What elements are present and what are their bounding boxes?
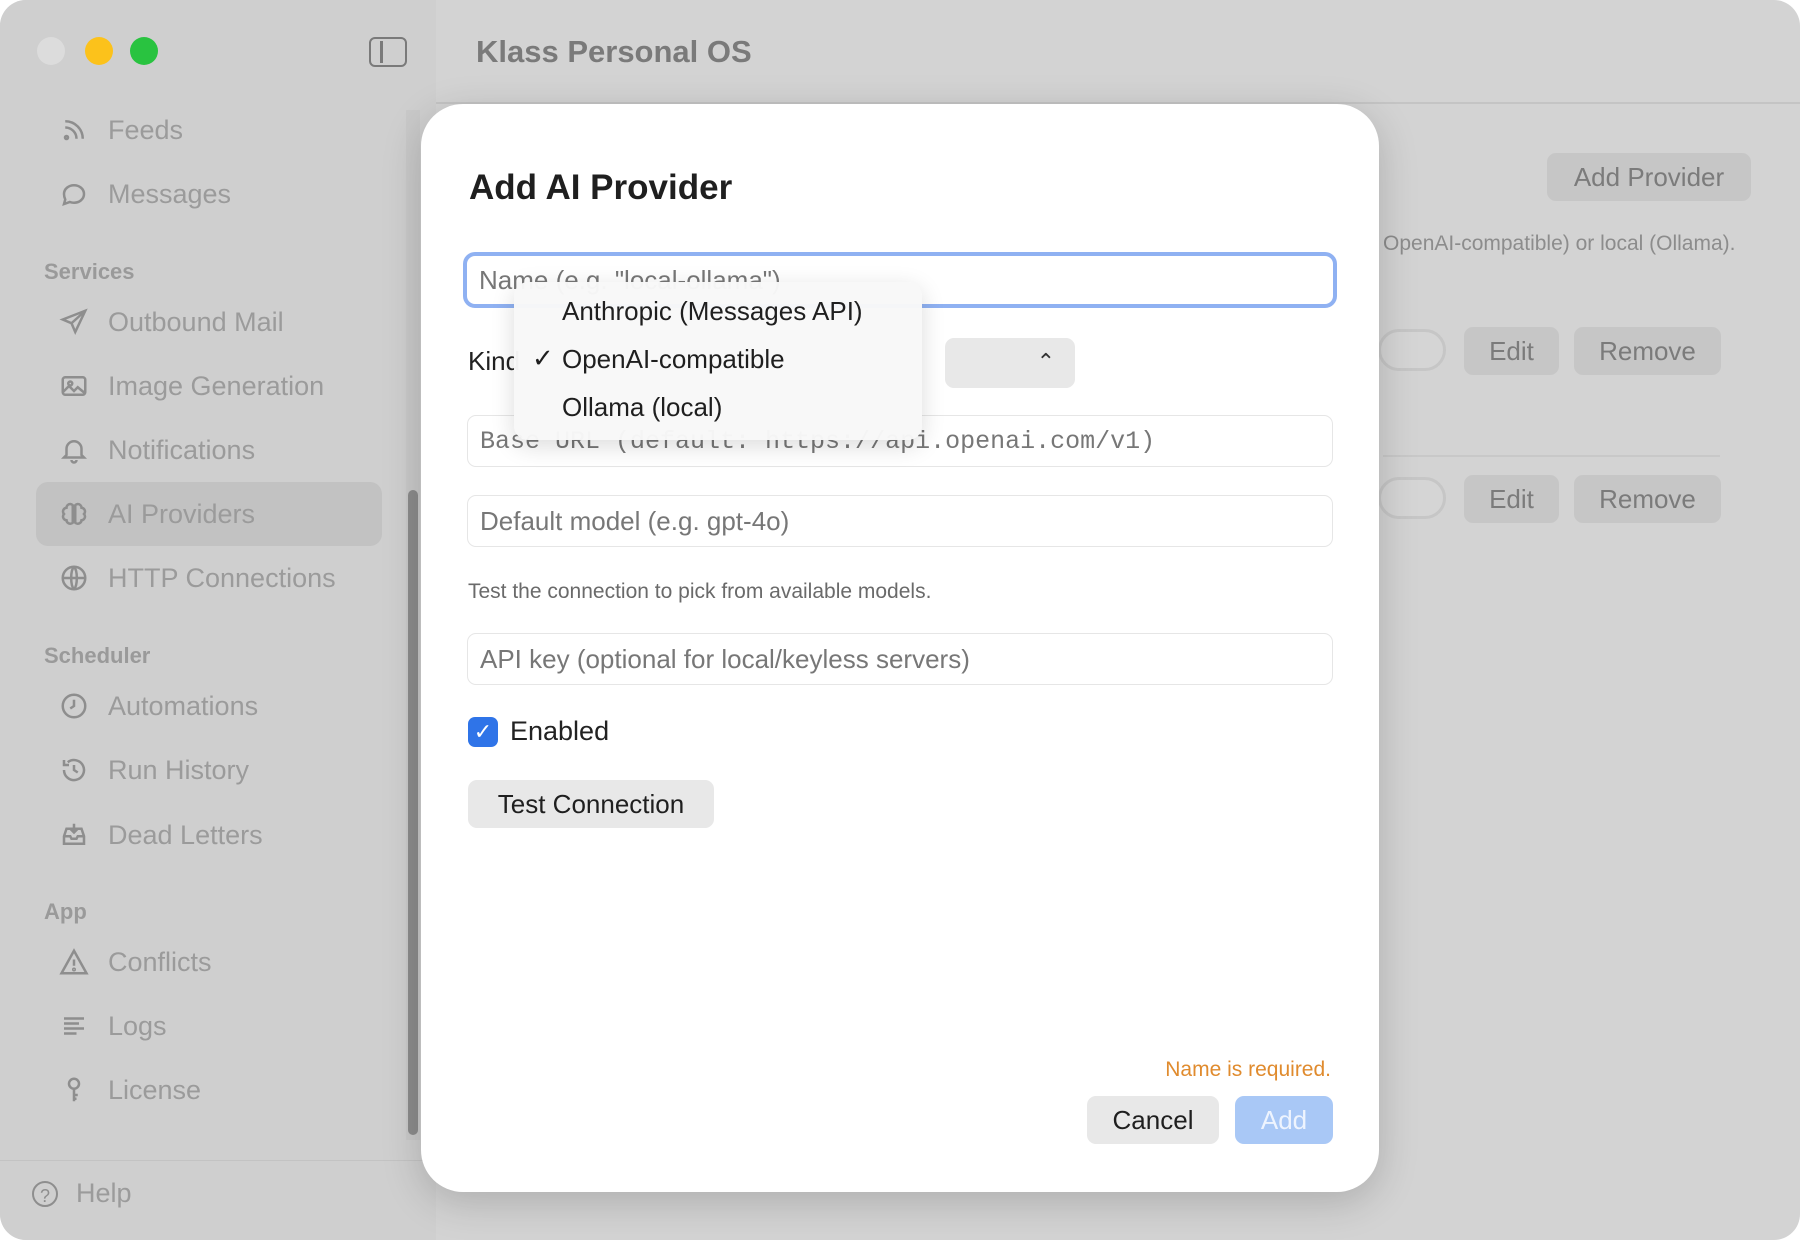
sidebar-item-messages[interactable]: Messages — [36, 162, 382, 226]
sidebar-item-label: AI Providers — [108, 498, 256, 529]
clock-icon — [58, 690, 90, 722]
menu-item-label: OpenAI-compatible — [562, 344, 785, 374]
api-key-field[interactable] — [467, 633, 1333, 685]
validation-error: Name is required. — [1165, 1058, 1331, 1081]
default-model-input[interactable] — [468, 496, 1332, 546]
history-icon — [58, 754, 90, 786]
sidebar-scrollbar[interactable] — [408, 490, 418, 1135]
sidebar-item-feeds[interactable]: Feeds — [36, 98, 382, 162]
models-hint: Test the connection to pick from availab… — [468, 580, 932, 603]
window-zoom-button[interactable] — [130, 37, 158, 65]
add-button[interactable]: Add — [1235, 1096, 1333, 1144]
key-icon — [58, 1074, 90, 1106]
help-icon: ? — [32, 1180, 58, 1207]
sidebar-item-label: Feeds — [108, 114, 184, 145]
tray-icon — [58, 819, 90, 851]
sidebar-item-notifications[interactable]: Notifications — [36, 418, 382, 482]
sidebar-item-label: Image Generation — [108, 370, 325, 401]
bell-icon — [58, 434, 90, 466]
provider-enabled-toggle[interactable] — [1378, 329, 1446, 371]
messages-icon — [58, 178, 90, 210]
sidebar-item-run-history[interactable]: Run History — [36, 738, 382, 802]
sidebar-toggle-icon[interactable] — [369, 37, 407, 67]
row-divider — [1383, 455, 1720, 457]
sidebar-item-license[interactable]: License — [36, 1058, 382, 1122]
sidebar: Feeds Messages Services Outbound Mail Im… — [0, 0, 436, 1240]
image-icon — [58, 370, 90, 402]
sidebar-item-label: Logs — [108, 1010, 167, 1041]
popup-chevron-icon: ⌃ — [1036, 349, 1055, 374]
sidebar-item-ai-providers[interactable]: AI Providers — [36, 482, 382, 546]
edit-provider-button[interactable]: Edit — [1464, 327, 1559, 375]
sidebar-item-http-connections[interactable]: HTTP Connections — [36, 546, 382, 610]
remove-provider-button[interactable]: Remove — [1574, 475, 1721, 523]
checkmark-icon: ✓ — [473, 718, 493, 744]
warning-icon — [58, 946, 90, 978]
sidebar-item-conflicts[interactable]: Conflicts — [36, 930, 382, 994]
sidebar-item-label: Notifications — [108, 434, 256, 465]
enabled-label: Enabled — [510, 716, 610, 746]
sidebar-item-label: HTTP Connections — [108, 562, 336, 593]
help-label: Help — [76, 1178, 132, 1208]
enabled-checkbox[interactable]: ✓ — [468, 716, 498, 747]
section-heading-app: App — [44, 899, 87, 924]
sidebar-item-label: Dead Letters — [108, 819, 263, 850]
feeds-icon — [58, 114, 90, 146]
sidebar-item-label: Outbound Mail — [108, 306, 284, 337]
send-icon — [58, 306, 90, 338]
sidebar-item-label: Conflicts — [108, 946, 212, 977]
sidebar-item-image-generation[interactable]: Image Generation — [36, 354, 382, 418]
providers-description: OpenAI-compatible) or local (Ollama). — [1383, 232, 1736, 255]
lines-icon — [58, 1010, 90, 1042]
menu-item-label: Ollama (local) — [562, 392, 723, 422]
menu-item-openai-compatible[interactable]: ✓ OpenAI-compatible — [514, 336, 922, 382]
add-provider-dialog: Add AI Provider Kind ⌃ Test the connecti… — [421, 104, 1379, 1192]
sidebar-item-automations[interactable]: Automations — [36, 674, 382, 738]
section-heading-scheduler: Scheduler — [44, 643, 151, 668]
sidebar-divider — [0, 1160, 436, 1161]
sidebar-item-label: Run History — [108, 754, 250, 785]
section-heading-services: Services — [44, 259, 135, 284]
enabled-checkbox-row[interactable]: ✓ Enabled — [468, 716, 609, 747]
app-window: Feeds Messages Services Outbound Mail Im… — [0, 0, 1800, 1240]
sidebar-item-outbound-mail[interactable]: Outbound Mail — [36, 290, 382, 354]
api-key-input[interactable] — [468, 634, 1332, 684]
provider-enabled-toggle[interactable] — [1378, 477, 1446, 519]
sidebar-item-label: Messages — [108, 178, 232, 209]
checkmark-icon: ✓ — [532, 343, 554, 373]
brain-icon — [58, 498, 90, 530]
menu-item-label: Anthropic (Messages API) — [562, 296, 863, 326]
kind-popup-button[interactable]: ⌃ — [945, 338, 1075, 388]
menu-item-ollama[interactable]: Ollama (local) — [514, 384, 922, 430]
window-title: Klass Personal OS — [476, 34, 752, 69]
edit-provider-button[interactable]: Edit — [1464, 475, 1559, 523]
sidebar-item-logs[interactable]: Logs — [36, 994, 382, 1058]
remove-provider-button[interactable]: Remove — [1574, 327, 1721, 375]
add-provider-button[interactable]: Add Provider — [1547, 153, 1751, 201]
kind-dropdown-menu: Anthropic (Messages API) ✓ OpenAI-compat… — [514, 282, 922, 440]
test-connection-button[interactable]: Test Connection — [468, 780, 714, 828]
menu-item-anthropic[interactable]: Anthropic (Messages API) — [514, 288, 922, 334]
sidebar-item-label: Automations — [108, 690, 259, 721]
window-minimize-button[interactable] — [85, 37, 113, 65]
globe-icon — [58, 562, 90, 594]
kind-label: Kind — [468, 346, 521, 376]
window-close-button[interactable] — [37, 37, 65, 65]
cancel-button[interactable]: Cancel — [1087, 1096, 1219, 1144]
help-button[interactable]: ? Help — [32, 1178, 132, 1209]
dialog-title: Add AI Provider — [469, 168, 733, 207]
sidebar-item-dead-letters[interactable]: Dead Letters — [36, 803, 382, 867]
default-model-field[interactable] — [467, 495, 1333, 547]
sidebar-item-label: License — [108, 1074, 202, 1105]
